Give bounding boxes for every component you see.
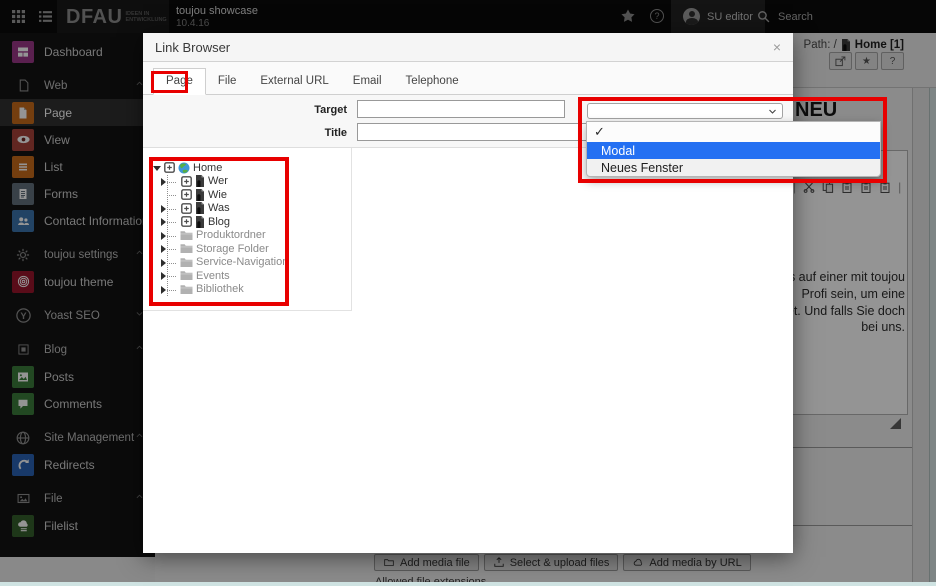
plusbox-icon <box>181 176 192 187</box>
expand-arrow-icon[interactable] <box>153 166 161 171</box>
modal-title: Link Browser <box>143 33 793 62</box>
title-label: Title <box>157 127 347 139</box>
tree-item-label: Service-Navigation <box>196 256 288 268</box>
dropdown-option-label: Neues Fenster <box>601 161 683 175</box>
tree-item-label: Events <box>196 270 230 282</box>
tree-stub <box>167 182 176 183</box>
target-dropdown-popup: ✓ Modal Neues Fenster <box>586 121 881 177</box>
expand-arrow-icon[interactable] <box>161 205 166 213</box>
plusbox-icon <box>181 203 192 214</box>
tree-item-home[interactable]: Home <box>143 161 351 175</box>
target-input[interactable] <box>357 100 565 118</box>
tree-item-label: Blog <box>208 216 230 228</box>
tree-stub <box>167 222 176 223</box>
tree-item-label: Was <box>208 202 230 214</box>
tree-item-bibliothek[interactable]: Bibliothek <box>143 283 351 297</box>
page-icon <box>195 189 205 201</box>
modal-tab-bar: PageFileExternal URLEmailTelephone <box>143 62 793 95</box>
target-label: Target <box>157 104 347 116</box>
tree-item-label: Wer <box>208 175 228 187</box>
tree-item-label: Home <box>193 162 222 174</box>
folder-icon <box>180 270 193 281</box>
modal-header: Link Browser × <box>143 33 793 62</box>
dropdown-option-neues-fenster[interactable]: Neues Fenster <box>587 159 880 176</box>
tab-telephone[interactable]: Telephone <box>394 69 471 94</box>
tree-stub <box>167 195 176 196</box>
tree-stub <box>167 290 176 291</box>
expand-arrow-icon[interactable] <box>161 178 166 186</box>
tree-stub <box>167 209 176 210</box>
expand-arrow-icon[interactable] <box>161 218 166 226</box>
globe-icon <box>178 162 190 174</box>
plusbox-icon <box>181 189 192 200</box>
tree-stub <box>167 276 176 277</box>
tree-item-blog[interactable]: Blog <box>143 215 351 229</box>
tree-item-storage-folder[interactable]: Storage Folder <box>143 242 351 256</box>
expand-arrow-icon[interactable] <box>161 245 166 253</box>
chevron-down-icon <box>768 107 777 116</box>
expand-arrow-icon[interactable] <box>161 286 166 294</box>
tree-item-label: Wie <box>208 189 227 201</box>
tab-external-url[interactable]: External URL <box>248 69 340 94</box>
typo3-backend-screen: Path: / Home [1] ★ ? NEU || reits auf ei… <box>0 0 936 586</box>
page-icon <box>195 175 205 187</box>
page-icon <box>195 202 205 214</box>
close-icon[interactable]: × <box>773 39 781 55</box>
checkmark-icon: ✓ <box>594 124 605 140</box>
tree-stub <box>167 263 176 264</box>
tree-item-label: Bibliothek <box>196 283 244 295</box>
page-tree-panel: HomeWer WieWas BlogProduktordner Storage Fo… <box>143 148 352 311</box>
dropdown-option-modal[interactable]: Modal <box>587 142 880 159</box>
tab-email[interactable]: Email <box>341 69 394 94</box>
tree-stub <box>167 236 176 237</box>
tree-item-service-navigation[interactable]: Service-Navigation <box>143 256 351 270</box>
tree-item-wer[interactable]: Wer <box>143 175 351 189</box>
link-browser-modal: Link Browser × PageFileExternal URLEmail… <box>143 33 793 553</box>
tab-page[interactable]: Page <box>153 68 206 95</box>
horizontal-scrollbar[interactable] <box>0 582 936 586</box>
target-select[interactable] <box>587 103 783 119</box>
page-icon <box>195 216 205 228</box>
expand-arrow-icon[interactable] <box>161 232 166 240</box>
expand-arrow-icon[interactable] <box>161 259 166 267</box>
dropdown-option-label: Modal <box>601 144 635 158</box>
folder-icon <box>180 284 193 295</box>
folder-icon <box>180 243 193 254</box>
expand-arrow-icon[interactable] <box>161 272 166 280</box>
tree-item-label: Storage Folder <box>196 243 269 255</box>
tree-item-label: Produktordner <box>196 229 266 241</box>
tree-item-wie[interactable]: Wie <box>143 188 351 202</box>
folder-icon <box>180 257 193 268</box>
folder-icon <box>180 230 193 241</box>
plusbox-icon <box>181 216 192 227</box>
tree-item-produktordner[interactable]: Produktordner <box>143 229 351 243</box>
tree-item-was[interactable]: Was <box>143 202 351 216</box>
page-tree: HomeWer WieWas BlogProduktordner Storage Fo… <box>143 148 351 296</box>
tree-item-events[interactable]: Events <box>143 269 351 283</box>
tab-file[interactable]: File <box>206 69 249 94</box>
tree-stub <box>167 249 176 250</box>
dropdown-option-empty[interactable]: ✓ <box>587 122 880 142</box>
plusbox-icon <box>164 162 175 173</box>
